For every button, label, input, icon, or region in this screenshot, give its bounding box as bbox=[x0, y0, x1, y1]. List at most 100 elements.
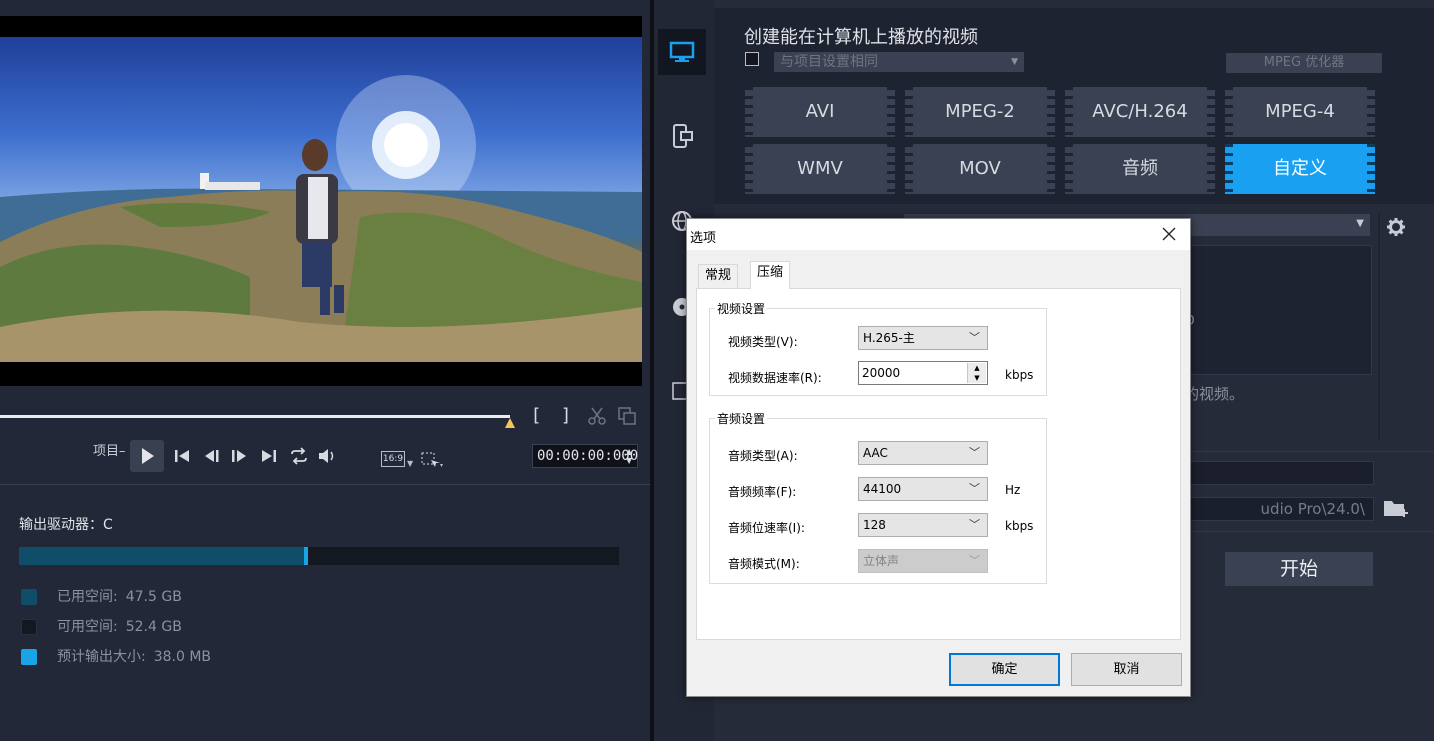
timecode-stepper-icon[interactable]: ▲ ▼ bbox=[626, 447, 632, 465]
play-icon bbox=[142, 448, 154, 464]
video-bitrate-unit: kbps bbox=[1005, 368, 1034, 382]
pane-divider bbox=[0, 484, 650, 485]
audio-bitrate-select[interactable]: 128 ﹀ bbox=[858, 513, 988, 537]
video-bitrate-input[interactable]: 20000 ▲ ▼ bbox=[858, 361, 988, 385]
audio-bitrate-label: 音频位速率(I): bbox=[728, 521, 805, 535]
video-bitrate-stepper[interactable]: ▲ ▼ bbox=[967, 363, 986, 383]
drive-estimate-marker bbox=[304, 547, 308, 565]
aspect-ratio-chevron-icon: ▼ bbox=[407, 459, 414, 468]
video-editor-window: [ ] 项目– 16:9 ▼ 00:00:00:000 ▲ ▼ 输出驱动器：C … bbox=[0, 0, 1434, 741]
format-title: 创建能在计算机上播放的视频 bbox=[744, 27, 978, 48]
stepper-down-icon[interactable]: ▼ bbox=[968, 373, 986, 383]
chevron-down-icon: ﹀ bbox=[969, 331, 980, 344]
audio-mode-value: 立体声 bbox=[863, 554, 900, 568]
chevron-down-icon: ﹀ bbox=[969, 554, 980, 567]
video-type-label: 视频类型(V): bbox=[728, 335, 798, 349]
format-avc-button[interactable]: AVC/H.264 bbox=[1065, 87, 1215, 137]
tab-compression[interactable]: 压缩 bbox=[750, 261, 791, 289]
format-audio-button[interactable]: 音频 bbox=[1065, 144, 1215, 194]
chevron-down-icon: ▼ bbox=[1356, 218, 1364, 229]
preview-video[interactable] bbox=[0, 37, 642, 362]
options-dialog: 选项 常规 压缩 视频设置 视频类型(V): 视频数据速率(R): kbps H… bbox=[686, 218, 1191, 697]
tab-general[interactable]: 常规 bbox=[698, 264, 739, 288]
format-mpeg4-button[interactable]: MPEG-4 bbox=[1225, 87, 1375, 137]
same-as-project-select[interactable]: 与项目设置相同 ▼ bbox=[774, 52, 1024, 72]
legend-swatch bbox=[21, 619, 37, 635]
cancel-button[interactable]: 取消 bbox=[1071, 653, 1182, 686]
volume-icon[interactable] bbox=[316, 446, 338, 466]
format-avi-button[interactable]: AVI bbox=[745, 87, 895, 137]
video-type-value: H.265-主 bbox=[863, 331, 915, 345]
panel-divider bbox=[1378, 214, 1380, 440]
legend-value: 38.0 MB bbox=[153, 649, 212, 665]
legend-used-space: 已用空间: 47.5 GB bbox=[21, 586, 182, 606]
same-as-project-checkbox[interactable] bbox=[745, 52, 759, 66]
legend-free-space: 可用空间: 52.4 GB bbox=[21, 616, 182, 636]
format-custom-button[interactable]: 自定义 bbox=[1225, 144, 1375, 194]
chevron-down-icon: ﹀ bbox=[969, 482, 980, 495]
mark-in-button[interactable]: [ bbox=[525, 405, 547, 427]
file-name-input[interactable] bbox=[1178, 461, 1374, 485]
audio-frequency-select[interactable]: 44100 ﹀ bbox=[858, 477, 988, 501]
legend-swatch bbox=[21, 589, 37, 605]
gear-icon[interactable] bbox=[1386, 217, 1406, 237]
project-mode-label[interactable]: 项目– bbox=[93, 440, 126, 459]
drive-used-fill bbox=[19, 547, 304, 565]
format-mpeg2-button[interactable]: MPEG-2 bbox=[905, 87, 1055, 137]
legend-swatch bbox=[21, 649, 37, 665]
close-icon[interactable] bbox=[1158, 223, 1180, 245]
dialog-title: 选项 bbox=[690, 231, 717, 246]
audio-type-value: AAC bbox=[863, 446, 888, 460]
browse-folder-icon[interactable] bbox=[1382, 496, 1410, 522]
previous-frame-icon[interactable] bbox=[201, 446, 223, 466]
rail-computer[interactable] bbox=[658, 29, 706, 75]
audio-bitrate-value: 128 bbox=[863, 518, 886, 532]
audio-frequency-label: 音频频率(F): bbox=[728, 485, 797, 499]
preview-pane: [ ] 项目– 16:9 ▼ 00:00:00:000 ▲ ▼ 输出驱动器：C … bbox=[0, 0, 650, 741]
scrubber-handle[interactable] bbox=[505, 418, 515, 428]
copy-clip-icon[interactable] bbox=[616, 405, 638, 427]
go-to-end-icon[interactable] bbox=[258, 446, 280, 466]
aspect-ratio-button[interactable]: 16:9 bbox=[381, 451, 405, 467]
rail-device[interactable] bbox=[658, 113, 706, 159]
mpeg-optimizer-button[interactable]: MPEG 优化器 bbox=[1226, 53, 1382, 73]
legend-value: 52.4 GB bbox=[125, 619, 182, 635]
mark-out-button[interactable]: ] bbox=[555, 405, 577, 427]
chevron-down-icon: ▼ bbox=[1011, 57, 1018, 67]
ok-button[interactable]: 确定 bbox=[949, 653, 1060, 686]
drive-usage-bar bbox=[19, 547, 619, 565]
output-drive-label: 输出驱动器：C bbox=[19, 517, 113, 533]
preview-image bbox=[0, 75, 642, 362]
crop-selection-icon[interactable] bbox=[420, 451, 446, 469]
stepper-up-icon[interactable]: ▲ bbox=[968, 363, 986, 373]
dialog-titlebar[interactable]: 选项 bbox=[687, 219, 1190, 250]
video-bitrate-label: 视频数据速率(R): bbox=[728, 371, 822, 385]
audio-bitrate-unit: kbps bbox=[1005, 519, 1034, 533]
audio-frequency-value: 44100 bbox=[863, 482, 902, 496]
legend-estimated-size: 预计输出大小: 38.0 MB bbox=[21, 646, 211, 666]
video-type-select[interactable]: H.265-主 ﹀ bbox=[858, 326, 988, 350]
repeat-icon[interactable] bbox=[288, 446, 310, 466]
scissors-icon[interactable] bbox=[586, 405, 608, 427]
audio-mode-select: 立体声 ﹀ bbox=[858, 549, 988, 573]
audio-type-label: 音频类型(A): bbox=[728, 449, 798, 463]
audio-frequency-unit: Hz bbox=[1005, 483, 1021, 497]
timecode-value: 00:00:00:000 bbox=[537, 448, 639, 464]
legend-label: 预计输出大小: bbox=[57, 649, 146, 665]
play-button[interactable] bbox=[130, 440, 164, 472]
legend-value: 47.5 GB bbox=[125, 589, 182, 605]
legend-label: 已用空间: bbox=[57, 589, 118, 605]
audio-type-select[interactable]: AAC ﹀ bbox=[858, 441, 988, 465]
legend-label: 可用空间: bbox=[57, 619, 118, 635]
next-frame-icon[interactable] bbox=[228, 446, 250, 466]
timecode-field[interactable]: 00:00:00:000 bbox=[532, 444, 638, 468]
same-as-project-label: 与项目设置相同 bbox=[780, 54, 878, 70]
file-location-value: udio Pro\24.0\ bbox=[1260, 500, 1365, 518]
go-to-start-icon[interactable] bbox=[171, 446, 193, 466]
start-button[interactable]: 开始 bbox=[1225, 552, 1373, 586]
timeline-scrubber[interactable] bbox=[0, 415, 510, 418]
format-mov-button[interactable]: MOV bbox=[905, 144, 1055, 194]
format-wmv-button[interactable]: WMV bbox=[745, 144, 895, 194]
file-location-input[interactable]: udio Pro\24.0\ bbox=[1178, 497, 1374, 521]
compression-tab-panel: 视频设置 视频类型(V): 视频数据速率(R): kbps H.265-主 ﹀ … bbox=[696, 288, 1181, 640]
